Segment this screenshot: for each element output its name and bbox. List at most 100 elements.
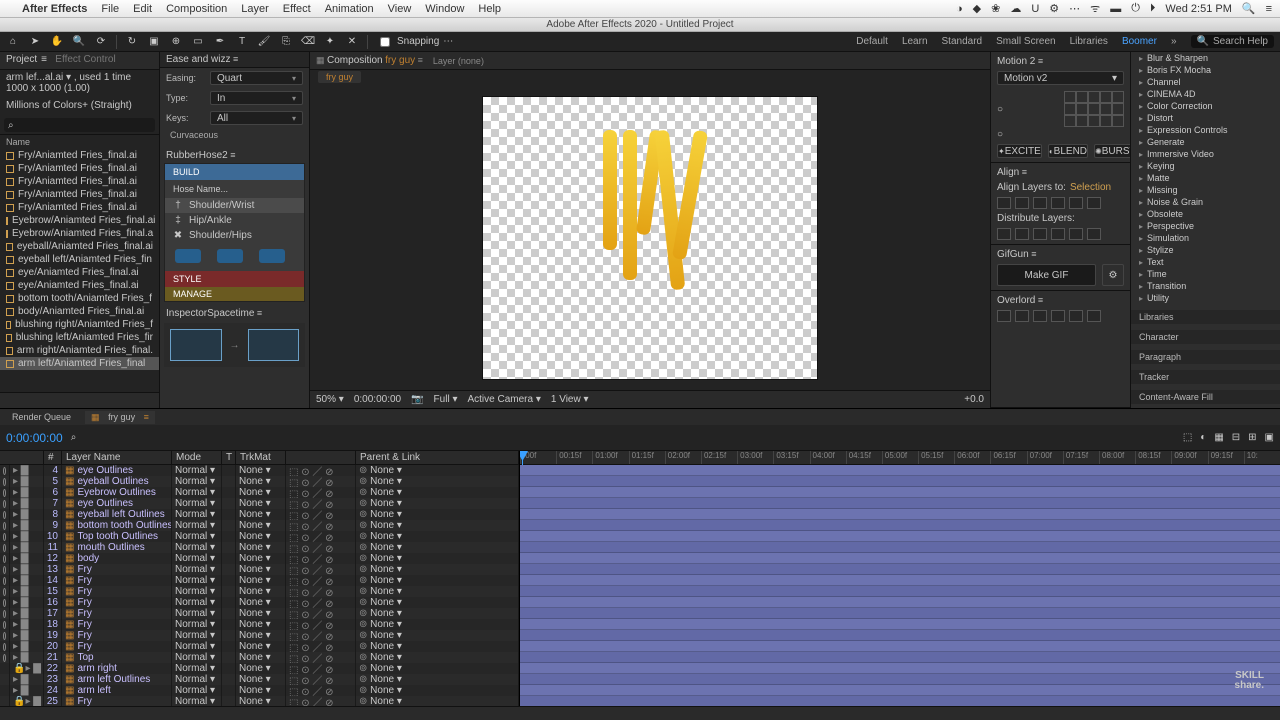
timeline-toggle-icon[interactable]: ▦ xyxy=(1214,432,1223,443)
puppet-tool-icon[interactable]: ✕ xyxy=(345,35,359,49)
layer-bar[interactable] xyxy=(520,509,1280,520)
rubberhose-joint-item[interactable]: ‡Hip/Ankle xyxy=(165,213,304,228)
visibility-toggle[interactable] xyxy=(3,533,6,541)
timeline-layer-row[interactable]: ▸ ▇6▦Eyebrow OutlinesNormal ▾None ▾⬚ ⊙ ／… xyxy=(0,487,519,498)
time-ruler[interactable]: :00f00:15f01:00f01:15f02:00f02:15f03:00f… xyxy=(520,451,1280,465)
layer-bar[interactable] xyxy=(520,619,1280,630)
project-asset-item[interactable]: Fry/Aniamted Fries_final.ai xyxy=(0,188,159,201)
effect-category[interactable]: Missing xyxy=(1131,184,1280,196)
layer-bar[interactable] xyxy=(520,476,1280,487)
project-asset-item[interactable]: bottom tooth/Aniamted Fries_f xyxy=(0,292,159,305)
menubar-icon[interactable]: ◑ xyxy=(956,3,963,15)
project-asset-item[interactable]: Fry/Aniamted Fries_final.ai xyxy=(0,175,159,188)
timeline-layer-row[interactable]: ▸ ▇16▦FryNormal ▾None ▾⬚ ⊙ ／ ⊘⊚ None ▾ xyxy=(0,597,519,608)
timeline-layer-row[interactable]: 🔒▸ ▇25▦FryNormal ▾None ▾⬚ ⊙ ／ ⊘⊚ None ▾ xyxy=(0,696,519,706)
menubar-icon[interactable]: ⋯ xyxy=(1069,2,1080,15)
rubberhose-style-tab[interactable]: STYLE xyxy=(165,271,304,287)
project-footer[interactable] xyxy=(0,392,159,408)
ease-type-select[interactable]: In xyxy=(210,91,303,105)
timeline-layer-row[interactable]: ▸ ▇12▦bodyNormal ▾None ▾⬚ ⊙ ／ ⊘⊚ None ▾ xyxy=(0,553,519,564)
motion2-tab[interactable]: Motion 2 ≡ xyxy=(997,56,1124,67)
effect-category[interactable]: Generate xyxy=(1131,136,1280,148)
project-asset-item[interactable]: Fry/Aniamted Fries_final.ai xyxy=(0,201,159,214)
effect-category[interactable]: Boris FX Mocha xyxy=(1131,64,1280,76)
curvaceous-toggle[interactable]: Curvaceous xyxy=(160,128,309,142)
hose-name-input[interactable]: Hose Name... xyxy=(165,180,304,198)
visibility-toggle[interactable] xyxy=(3,555,6,563)
rubberhose-preset-icon[interactable] xyxy=(259,249,285,263)
project-panel-tab[interactable]: Project≡ Effect Control xyxy=(0,52,159,70)
menubar-icon[interactable]: ❀ xyxy=(991,2,1000,15)
shape-tool-icon[interactable]: ▭ xyxy=(191,35,205,49)
anchor-grid[interactable] xyxy=(1064,91,1124,127)
layer-bar[interactable] xyxy=(520,487,1280,498)
layer-bar[interactable] xyxy=(520,674,1280,685)
workspace-learn[interactable]: Learn xyxy=(902,36,928,47)
snapping-checkbox[interactable] xyxy=(380,37,390,47)
siri-icon[interactable]: ≡ xyxy=(1266,3,1272,15)
layer-bar[interactable] xyxy=(520,498,1280,509)
timeline-layer-row[interactable]: 🔒▸ ▇22▦arm rightNormal ▾None ▾⬚ ⊙ ／ ⊘⊚ N… xyxy=(0,663,519,674)
gifgun-tab[interactable]: GifGun ≡ xyxy=(997,249,1124,260)
visibility-toggle[interactable] xyxy=(3,643,6,651)
visibility-toggle[interactable] xyxy=(3,599,6,607)
timeline-layer-row[interactable]: ▸ ▇7▦eye OutlinesNormal ▾None ▾⬚ ⊙ ／ ⊘⊚ … xyxy=(0,498,519,509)
timeline-layer-row[interactable]: ▸ ▇17▦FryNormal ▾None ▾⬚ ⊙ ／ ⊘⊚ None ▾ xyxy=(0,608,519,619)
project-asset-item[interactable]: eyeball left/Aniamted Fries_fin xyxy=(0,253,159,266)
viewer-time[interactable]: 0:00:00:00 xyxy=(354,394,401,405)
project-asset-item[interactable]: body/Aniamted Fries_final.ai xyxy=(0,305,159,318)
workspace-libraries[interactable]: Libraries xyxy=(1070,36,1108,47)
menu-file[interactable]: File xyxy=(101,3,119,15)
effect-category[interactable]: Blur & Sharpen xyxy=(1131,52,1280,64)
menubar-icon[interactable]: ⚙ xyxy=(1049,2,1059,15)
layer-bar[interactable] xyxy=(520,553,1280,564)
app-name[interactable]: After Effects xyxy=(22,3,87,15)
project-asset-item[interactable]: arm right/Aniamted Fries_final. xyxy=(0,344,159,357)
rubberhose-tab[interactable]: RubberHose2 ≡ xyxy=(160,148,309,163)
menu-view[interactable]: View xyxy=(388,3,412,15)
timeline-search-icon[interactable]: ⌕ xyxy=(71,432,77,443)
comp-mini-tab[interactable]: fry guy xyxy=(318,71,361,83)
snapping-options-icon[interactable]: ⋯ xyxy=(443,36,453,47)
make-gif-button[interactable]: Make GIF xyxy=(997,264,1096,286)
timeline-layer-row[interactable]: ▸ ▇5▦eyeball OutlinesNormal ▾None ▾⬚ ⊙ ／… xyxy=(0,476,519,487)
menu-animation[interactable]: Animation xyxy=(325,3,374,15)
visibility-toggle[interactable] xyxy=(3,544,6,552)
workspace-default[interactable]: Default xyxy=(856,36,888,47)
zoom-tool-icon[interactable]: 🔍 xyxy=(72,35,86,49)
workspace-small-screen[interactable]: Small Screen xyxy=(996,36,1055,47)
workspace-boomer[interactable]: Boomer xyxy=(1122,36,1157,47)
excite-button[interactable]: ✦ EXCITE xyxy=(997,144,1042,158)
panel-tab-tracker[interactable]: Tracker xyxy=(1131,370,1280,384)
rubberhose-preset-icon[interactable] xyxy=(175,249,201,263)
panel-tab-paragraph[interactable]: Paragraph xyxy=(1131,350,1280,364)
effect-category[interactable]: Distort xyxy=(1131,112,1280,124)
menu-layer[interactable]: Layer xyxy=(241,3,269,15)
align-buttons[interactable] xyxy=(997,197,1124,209)
rotate-tool-icon[interactable]: ↻ xyxy=(125,35,139,49)
ease-keys-select[interactable]: All xyxy=(210,111,303,125)
layer-bar[interactable] xyxy=(520,531,1280,542)
exposure-value[interactable]: +0.0 xyxy=(964,394,984,405)
layer-bar[interactable] xyxy=(520,542,1280,553)
workspace-overflow-icon[interactable]: » xyxy=(1171,36,1177,47)
visibility-toggle[interactable] xyxy=(3,632,6,640)
anchor-tool-icon[interactable]: ⊕ xyxy=(169,35,183,49)
effect-category[interactable]: Expression Controls xyxy=(1131,124,1280,136)
effect-category[interactable]: Time xyxy=(1131,268,1280,280)
timeline-layer-row[interactable]: ▸ ▇21▦TopNormal ▾None ▾⬚ ⊙ ／ ⊘⊚ None ▾ xyxy=(0,652,519,663)
search-help[interactable]: 🔍 Search Help xyxy=(1191,35,1274,48)
layer-bar[interactable] xyxy=(520,564,1280,575)
project-asset-item[interactable]: Eyebrow/Aniamted Fries_final.ai xyxy=(0,214,159,227)
hand-tool-icon[interactable]: ✋ xyxy=(50,35,64,49)
effect-category[interactable]: Noise & Grain xyxy=(1131,196,1280,208)
brush-tool-icon[interactable]: 🖌 xyxy=(257,35,271,49)
menu-composition[interactable]: Composition xyxy=(166,3,227,15)
effect-category[interactable]: Obsolete xyxy=(1131,208,1280,220)
layer-bar[interactable] xyxy=(520,696,1280,706)
clone-tool-icon[interactable]: ⎘ xyxy=(279,35,293,49)
timeline-layer-row[interactable]: ▸ ▇19▦FryNormal ▾None ▾⬚ ⊙ ／ ⊘⊚ None ▾ xyxy=(0,630,519,641)
visibility-toggle[interactable] xyxy=(3,467,6,475)
layer-bar[interactable] xyxy=(520,586,1280,597)
effect-category[interactable]: Color Correction xyxy=(1131,100,1280,112)
